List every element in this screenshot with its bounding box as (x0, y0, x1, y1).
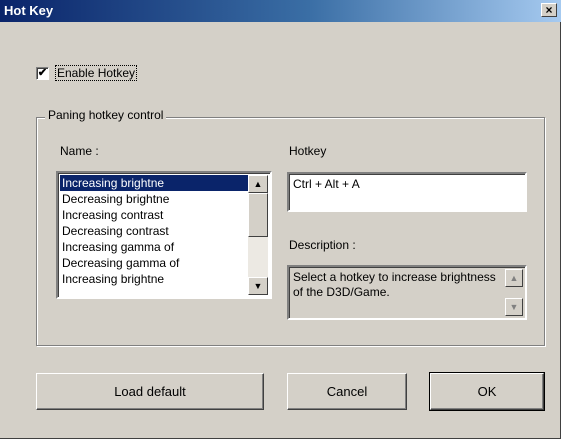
name-listbox[interactable]: Increasing brightne Decreasing brightne … (56, 171, 272, 299)
load-default-button[interactable]: Load default (36, 373, 264, 410)
list-item[interactable]: Decreasing contrast (60, 223, 248, 239)
window-title: Hot Key (4, 3, 54, 18)
list-item[interactable]: Increasing contrast (60, 207, 248, 223)
close-icon[interactable]: × (541, 3, 557, 17)
cancel-button[interactable]: Cancel (287, 373, 407, 410)
description-scrollbar[interactable]: ▲ ▼ (505, 269, 523, 316)
scroll-down-icon[interactable]: ▼ (248, 277, 268, 295)
enable-hotkey-row[interactable]: ✔ Enable Hotkey (36, 64, 138, 82)
scroll-thumb[interactable] (248, 193, 268, 237)
name-label: Name : (60, 144, 99, 158)
hotkey-label: Hotkey (289, 144, 327, 158)
desc-scroll-down-icon[interactable]: ▼ (505, 298, 523, 316)
description-label: Description : (289, 238, 356, 252)
list-scrollbar[interactable]: ▲ ▼ (248, 175, 268, 295)
group-legend: Paning hotkey control (45, 108, 167, 122)
scroll-up-icon[interactable]: ▲ (248, 175, 268, 193)
enable-hotkey-label[interactable]: Enable Hotkey (54, 65, 138, 81)
hotkey-dialog: Hot Key × ✔ Enable Hotkey Paning hotkey … (0, 0, 561, 439)
description-text: Select a hotkey to increase brightness o… (293, 270, 496, 299)
description-box: Select a hotkey to increase brightness o… (287, 265, 527, 320)
list-item[interactable]: Increasing gamma of (60, 239, 248, 255)
desc-scroll-up-icon[interactable]: ▲ (505, 269, 523, 287)
list-item[interactable]: Increasing brightne (60, 271, 248, 287)
title-bar[interactable]: Hot Key × (0, 0, 561, 22)
list-item[interactable]: Decreasing brightne (60, 191, 248, 207)
ok-button[interactable]: OK (429, 372, 545, 411)
enable-hotkey-checkbox[interactable]: ✔ (36, 66, 49, 80)
hotkey-input[interactable]: Ctrl + Alt + A (287, 172, 527, 212)
list-item[interactable]: Increasing brightne (60, 175, 248, 191)
list-item[interactable]: Decreasing gamma of (60, 255, 248, 271)
